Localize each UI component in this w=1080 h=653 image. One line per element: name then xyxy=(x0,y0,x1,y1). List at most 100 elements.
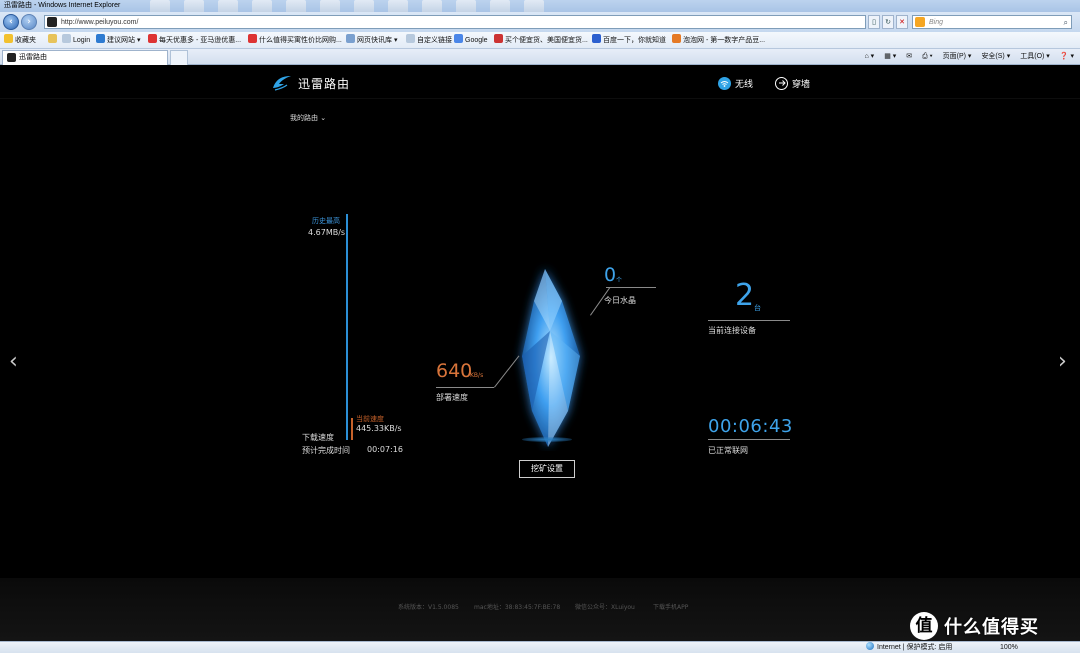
wifi-icon xyxy=(718,76,731,90)
fav-item[interactable]: 收藏夹 xyxy=(4,32,36,49)
url-text: http://www.peiluyou.com/ xyxy=(61,19,139,26)
task-thumb[interactable] xyxy=(218,0,238,12)
smzdm-icon xyxy=(248,34,257,43)
address-input[interactable]: http://www.peiluyou.com/ xyxy=(44,15,866,29)
ie-icon xyxy=(96,34,105,43)
pcpop-icon xyxy=(672,34,681,43)
task-thumb[interactable] xyxy=(524,0,544,12)
prev-arrow-icon[interactable]: ‹ xyxy=(9,350,18,374)
nav-tunnel[interactable]: 穿墙 xyxy=(775,76,810,90)
feeds-icon[interactable]: ▦ ▾ xyxy=(884,49,896,65)
mail-icon[interactable]: ✉ xyxy=(906,49,912,65)
uptime-value: 00:06:43 xyxy=(708,416,793,437)
tools-menu[interactable]: 工具(O) ▾ xyxy=(1020,49,1050,65)
fav-item[interactable]: Google xyxy=(454,32,488,49)
peak-speed-value: 4.67MB/s xyxy=(308,228,346,237)
page-icon xyxy=(406,34,415,43)
crystal-count-label: 今日水晶 xyxy=(604,296,636,305)
task-thumb[interactable] xyxy=(320,0,340,12)
amazon-icon xyxy=(148,34,157,43)
fav-item[interactable]: 泡泡网 - 第一数字产品豆... xyxy=(672,32,765,49)
watermark-text: 什么值得买 xyxy=(944,617,1039,638)
tab-title: 迅雷路由 xyxy=(19,54,47,61)
fav-item[interactable]: 建议网站 ▾ xyxy=(96,32,140,49)
eta-label: 预计完成时间 xyxy=(302,446,350,455)
connector-line xyxy=(606,287,656,288)
deal-icon xyxy=(494,34,503,43)
task-thumb[interactable] xyxy=(150,0,170,12)
nav-tunnel-label: 穿墙 xyxy=(792,79,811,90)
fav-item[interactable]: 买个便宜货、美国便宜货... xyxy=(494,32,588,49)
site-favicon xyxy=(47,17,57,27)
task-thumb[interactable] xyxy=(422,0,442,12)
zone-status: Internet | 保护模式: 启用 xyxy=(866,642,952,653)
arrow-right-circle-icon xyxy=(775,76,788,90)
devices-count-value: 2 xyxy=(735,278,755,313)
next-arrow-icon[interactable]: › xyxy=(1058,350,1067,374)
task-thumb[interactable] xyxy=(388,0,408,12)
footer-wechat: 微信公众号：XLuiyou xyxy=(575,604,635,611)
router-selector[interactable]: 我的路由 ⌄ xyxy=(290,113,326,123)
deploy-speed-value: 640 xyxy=(436,360,473,382)
fav-item[interactable] xyxy=(48,32,59,49)
task-thumb[interactable] xyxy=(252,0,272,12)
task-thumb[interactable] xyxy=(456,0,476,12)
footer-app-link[interactable]: 下载手机APP xyxy=(653,602,688,611)
tab-active[interactable]: 迅雷路由 xyxy=(2,50,168,65)
zoom-control[interactable]: 100% xyxy=(1000,642,1018,653)
task-thumb[interactable] xyxy=(286,0,306,12)
search-input[interactable]: Bing ⌕ xyxy=(912,15,1072,29)
help-menu[interactable]: ❓ ▾ xyxy=(1060,49,1074,65)
fav-item[interactable]: Login xyxy=(62,32,90,49)
fav-item[interactable]: 网页快讯库 ▾ xyxy=(346,32,397,49)
page-menu[interactable]: 页面(P) ▾ xyxy=(943,49,972,65)
search-placeholder: Bing xyxy=(929,19,944,26)
search-icon[interactable]: ⌕ xyxy=(1064,16,1068,29)
google-icon xyxy=(454,34,463,43)
nav-wireless-label: 无线 xyxy=(735,79,754,90)
nav-wireless[interactable]: 无线 xyxy=(718,76,753,90)
refresh-icon[interactable]: ↻ xyxy=(882,15,894,29)
devices-underline xyxy=(708,320,790,321)
fav-item[interactable]: 什么值得买寓性价比网购... xyxy=(248,32,342,49)
command-bar: ⌂ ▾ ▦ ▾ ✉ ⎙ ▾ 页面(P) ▾ 安全(S) ▾ 工具(O) ▾ ❓ … xyxy=(865,49,1075,65)
fav-item[interactable]: 每天优惠多 - 亚马逊优惠... xyxy=(148,32,241,49)
screen: 迅雷路由 - Windows Internet Explorer ‹ › htt… xyxy=(0,0,1080,653)
forward-button[interactable]: › xyxy=(21,14,37,30)
compat-view-icon[interactable]: ▯ xyxy=(868,15,880,29)
watermark-badge: 值 xyxy=(910,612,938,640)
fav-item[interactable]: 百度一下，你就知道 xyxy=(592,32,666,49)
star-icon xyxy=(4,34,13,43)
task-thumb[interactable] xyxy=(490,0,510,12)
brand-name: 迅雷路由 xyxy=(298,76,351,91)
globe-icon xyxy=(866,642,874,650)
site-favicon xyxy=(7,53,16,62)
home-icon[interactable]: ⌂ ▾ xyxy=(865,49,875,65)
bing-icon xyxy=(915,17,925,27)
crystal-icon[interactable] xyxy=(500,261,600,451)
download-speed-label: 下载速度 xyxy=(302,433,334,442)
current-speed-bar xyxy=(351,418,353,440)
back-button[interactable]: ‹ xyxy=(3,14,19,30)
status-bar: Internet | 保护模式: 启用 100% xyxy=(0,641,1080,653)
brand[interactable]: 迅雷路由 xyxy=(272,74,350,92)
stop-icon[interactable]: ✕ xyxy=(896,15,908,29)
mining-settings-button[interactable]: 挖矿设置 xyxy=(519,460,575,478)
task-thumb[interactable] xyxy=(184,0,204,12)
xunlei-logo-icon xyxy=(273,76,291,91)
deploy-speed-unit: KB/s xyxy=(470,372,484,379)
print-icon[interactable]: ⎙ ▾ xyxy=(922,49,933,65)
feed-icon xyxy=(346,34,355,43)
address-toolbar: ‹ › http://www.peiluyou.com/ ▯ ↻ ✕ Bing … xyxy=(0,12,1080,32)
task-thumb[interactable] xyxy=(354,0,374,12)
fav-item[interactable]: 自定义链接 xyxy=(406,32,452,49)
current-speed-label: 当前速度 xyxy=(356,415,384,423)
crystal-shadow xyxy=(522,437,572,442)
new-tab-button[interactable] xyxy=(170,50,188,65)
safety-menu[interactable]: 安全(S) ▾ xyxy=(981,49,1010,65)
page-icon xyxy=(48,34,57,43)
uptime-label: 已正常联网 xyxy=(708,446,748,455)
footer-version: 系统版本：V1.5.0085 xyxy=(398,604,459,611)
tab-bar: 迅雷路由 ⌂ ▾ ▦ ▾ ✉ ⎙ ▾ 页面(P) ▾ 安全(S) ▾ 工具(O)… xyxy=(0,49,1080,65)
router-dashboard: 迅雷路由 无线 穿墙 我的路由 ⌄ ‹ › 历史最高 4.67MB/s 当前速度… xyxy=(0,66,1080,641)
